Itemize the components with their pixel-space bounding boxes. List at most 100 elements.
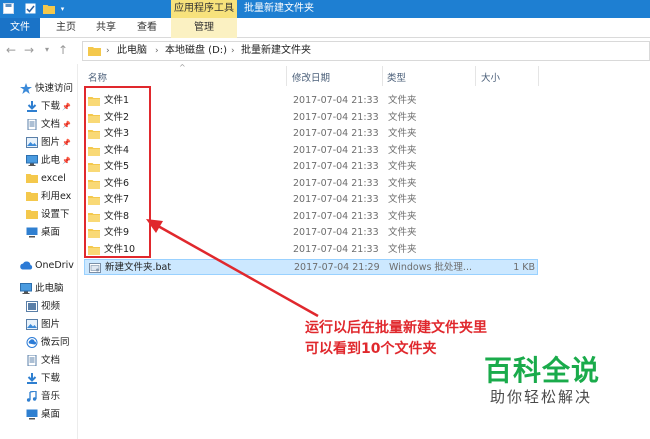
- file-date: 2017-07-04 21:33: [293, 211, 379, 222]
- column-divider[interactable]: [382, 66, 383, 86]
- pin-icon[interactable]: 📌: [62, 116, 71, 134]
- download-icon: [26, 101, 38, 112]
- folder-icon: [26, 191, 38, 202]
- list-item[interactable]: 文件10 2017-07-04 21:33 文件夹: [84, 242, 538, 258]
- batch-file-icon: [89, 263, 101, 273]
- nav-item-this-pc[interactable]: 此电脑: [0, 280, 77, 298]
- chevron-right-icon[interactable]: ›: [155, 42, 159, 60]
- nav-item-videos[interactable]: 视频: [0, 298, 77, 316]
- file-name: 新建文件夹.bat: [105, 262, 172, 273]
- nav-item-folder-excel[interactable]: excel: [0, 170, 77, 188]
- nav-item-music[interactable]: 音乐: [0, 388, 77, 406]
- file-date: 2017-07-04 21:33: [293, 194, 379, 205]
- list-item-selected[interactable]: 新建文件夹.bat 2017-07-04 21:29 Windows 批处理..…: [84, 259, 538, 275]
- nav-item-this-pc-pinned[interactable]: 此电 📌: [0, 152, 77, 170]
- pin-icon[interactable]: 📌: [62, 134, 71, 152]
- forward-arrow-icon[interactable]: →: [22, 42, 36, 58]
- checkmark-icon[interactable]: [24, 2, 37, 15]
- nav-item-documents[interactable]: 文档 📌: [0, 116, 77, 134]
- breadcrumb-current-folder[interactable]: 批量新建文件夹: [241, 42, 311, 60]
- breadcrumb-this-pc[interactable]: 此电脑: [117, 42, 147, 60]
- folder-icon: [88, 46, 101, 56]
- nav-item-onedrive[interactable]: OneDriv: [0, 257, 77, 275]
- file-date: 2017-07-04 21:33: [293, 227, 379, 238]
- ribbon-tabs: 文件 主页 共享 查看 管理: [0, 18, 650, 38]
- file-date: 2017-07-04 21:33: [293, 112, 379, 123]
- list-item[interactable]: 文件2 2017-07-04 21:33 文件夹: [84, 110, 538, 126]
- tab-home[interactable]: 主页: [46, 18, 86, 38]
- pin-icon[interactable]: 📌: [62, 152, 71, 170]
- document-icon: [26, 118, 38, 131]
- column-divider[interactable]: [475, 66, 476, 86]
- nav-item-weiyun-sync[interactable]: 微云同: [0, 334, 77, 352]
- pin-icon[interactable]: 📌: [62, 98, 71, 116]
- list-item[interactable]: 文件6 2017-07-04 21:33 文件夹: [84, 176, 538, 192]
- list-item[interactable]: 文件5 2017-07-04 21:33 文件夹: [84, 159, 538, 175]
- column-divider[interactable]: [286, 66, 287, 86]
- file-date: 2017-07-04 21:33: [293, 145, 379, 156]
- list-item[interactable]: 文件4 2017-07-04 21:33 文件夹: [84, 143, 538, 159]
- tab-manage[interactable]: 管理: [171, 18, 237, 38]
- context-tab-app-tools[interactable]: 应用程序工具: [171, 0, 237, 18]
- breadcrumb-local-disk[interactable]: 本地磁盘 (D:): [165, 42, 227, 60]
- file-type: 文件夹: [388, 95, 417, 106]
- tab-view[interactable]: 查看: [127, 18, 167, 38]
- sort-ascending-icon: ^: [179, 63, 186, 72]
- nav-item-quick-access[interactable]: 快速访问: [0, 80, 77, 98]
- file-type: 文件夹: [388, 194, 417, 205]
- title-bar: ▾ 应用程序工具 批量新建文件夹: [0, 0, 650, 18]
- chevron-right-icon[interactable]: ›: [106, 42, 110, 60]
- list-item[interactable]: 文件3 2017-07-04 21:33 文件夹: [84, 126, 538, 142]
- nav-item-downloads[interactable]: 下载 📌: [0, 98, 77, 116]
- file-type: 文件夹: [388, 244, 417, 255]
- nav-item-pictures[interactable]: 图片 📌: [0, 134, 77, 152]
- chevron-right-icon[interactable]: ›: [231, 42, 235, 60]
- nav-item-folder-use-excel[interactable]: 利用ex: [0, 188, 77, 206]
- watermark-subtitle: 助你轻松解决: [490, 388, 593, 406]
- list-item[interactable]: 文件9 2017-07-04 21:33 文件夹: [84, 225, 538, 241]
- computer-icon: [26, 155, 38, 166]
- column-size[interactable]: 大小: [481, 70, 500, 84]
- tab-share[interactable]: 共享: [86, 18, 126, 38]
- download-icon: [26, 373, 38, 384]
- recent-dropdown-icon[interactable]: ▾: [40, 42, 54, 58]
- tab-file[interactable]: 文件: [0, 18, 40, 38]
- picture-icon: [26, 319, 38, 330]
- highlight-box: [84, 86, 151, 258]
- column-divider[interactable]: [538, 66, 539, 86]
- column-modified[interactable]: 修改日期: [292, 70, 330, 84]
- file-type: 文件夹: [388, 211, 417, 222]
- navigation-pane: 快速访问 下载 📌 文档 📌 图片 📌 此电 📌 excel 利用ex 设置下 …: [0, 64, 78, 439]
- folder-icon[interactable]: [42, 2, 55, 15]
- file-type: 文件夹: [388, 178, 417, 189]
- desktop-icon: [26, 409, 38, 420]
- list-item[interactable]: 文件8 2017-07-04 21:33 文件夹: [84, 209, 538, 225]
- column-name[interactable]: 名称: [88, 70, 107, 84]
- nav-item-desktop-pc[interactable]: 桌面: [0, 406, 77, 424]
- file-type: 文件夹: [388, 227, 417, 238]
- save-icon[interactable]: [2, 2, 15, 15]
- computer-icon: [20, 283, 32, 294]
- dropdown-icon[interactable]: ▾: [56, 2, 69, 15]
- column-type[interactable]: 类型: [387, 70, 406, 84]
- list-item[interactable]: 文件7 2017-07-04 21:33 文件夹: [84, 192, 538, 208]
- list-item[interactable]: 文件1 2017-07-04 21:33 文件夹: [84, 93, 538, 109]
- folder-icon: [26, 209, 38, 220]
- desktop-icon: [26, 227, 38, 238]
- file-date: 2017-07-04 21:33: [293, 128, 379, 139]
- address-bar[interactable]: › 此电脑 › 本地磁盘 (D:) › 批量新建文件夹: [82, 41, 650, 61]
- file-type: 文件夹: [388, 112, 417, 123]
- column-header: ^ 名称 修改日期 类型 大小: [82, 64, 650, 88]
- file-type: 文件夹: [388, 128, 417, 139]
- file-type: 文件夹: [388, 145, 417, 156]
- file-date: 2017-07-04 21:33: [293, 244, 379, 255]
- back-arrow-icon[interactable]: ←: [4, 42, 18, 58]
- nav-item-desktop-pinned[interactable]: 桌面: [0, 224, 77, 242]
- annotation-line-1: 运行以后在批量新建文件夹里: [305, 320, 487, 336]
- nav-item-documents-pc[interactable]: 文档: [0, 352, 77, 370]
- up-arrow-icon[interactable]: ↑: [56, 42, 70, 58]
- nav-item-folder-settings[interactable]: 设置下: [0, 206, 77, 224]
- nav-item-pictures-pc[interactable]: 图片: [0, 316, 77, 334]
- music-icon: [26, 390, 38, 402]
- nav-item-downloads-pc[interactable]: 下载: [0, 370, 77, 388]
